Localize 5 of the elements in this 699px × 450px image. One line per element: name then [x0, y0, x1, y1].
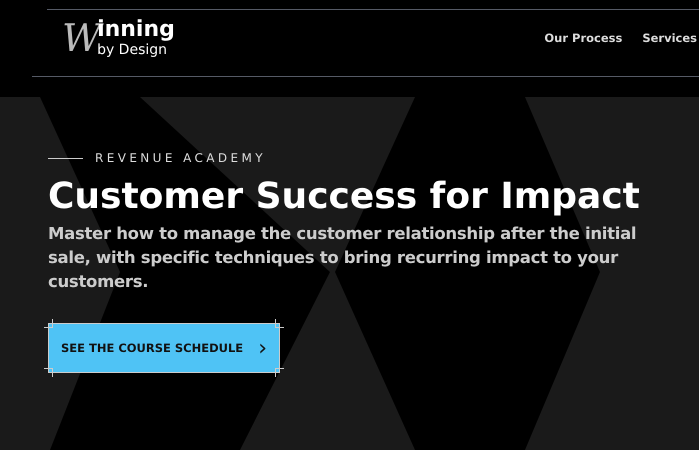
- nav-link[interactable]: Services: [642, 31, 697, 45]
- hero-description: Master how to manage the customer relationship after the initial sale, with specific techniques to bring recurring impact to your customers.: [48, 223, 638, 294]
- nav-link[interactable]: Our Process: [544, 31, 622, 45]
- hero-title: Customer Success for Impact: [48, 175, 641, 218]
- eyebrow-text: REVENUE ACADEMY: [95, 151, 266, 165]
